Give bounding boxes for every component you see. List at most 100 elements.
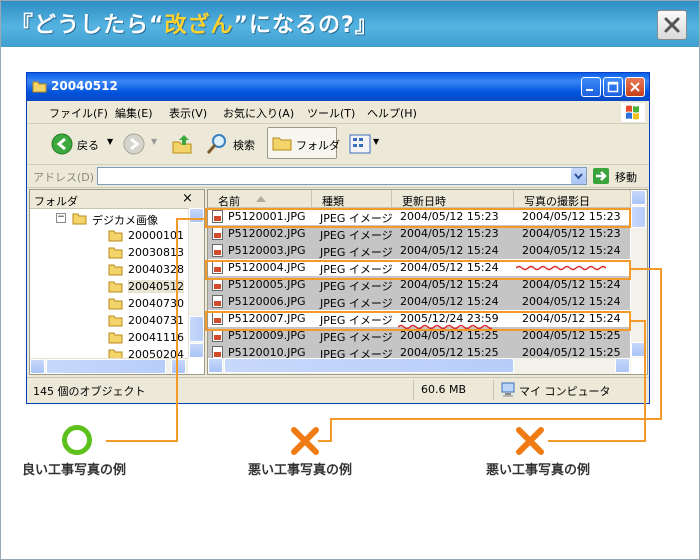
file-list-pane: 名前 種類 更新日時 写真の撮影日 P5120001.JPG JPEG イメージ 2… [207, 189, 648, 375]
address-dropdown-button[interactable] [571, 168, 586, 184]
menu-help[interactable]: ヘルプ(H) [367, 105, 417, 121]
menu-edit[interactable]: 編集(E) [115, 105, 153, 121]
back-label[interactable]: 戻る [77, 137, 99, 153]
file-name-cell: P5120002.JPG [228, 227, 306, 240]
file-name-cell: P5120007.JPG [228, 312, 306, 325]
folder-pane-close-button[interactable]: × [182, 191, 193, 206]
file-name-cell: P5120005.JPG [228, 278, 306, 291]
scroll-thumb[interactable] [224, 358, 514, 373]
file-type-cell: JPEG イメージ [320, 229, 393, 242]
menu-file[interactable]: ファイル(F) [49, 105, 108, 121]
search-label[interactable]: 検索 [233, 137, 255, 153]
folder-icon [108, 247, 123, 259]
scroll-thumb[interactable] [46, 359, 166, 374]
file-taken-cell: 2004/05/12 15:24 [522, 295, 621, 308]
column-header-modified[interactable]: 更新日時 [392, 190, 514, 208]
window-title: 20040512 [51, 79, 118, 93]
scroll-left-button[interactable] [208, 358, 223, 373]
menu-favorites[interactable]: お気に入り(A) [223, 105, 294, 121]
search-icon[interactable] [205, 132, 229, 156]
scroll-down-button[interactable] [189, 343, 204, 358]
file-row[interactable]: P5120002.JPG JPEG イメージ 2004/05/12 15:23 200… [208, 225, 630, 242]
bad-example-caption-1: 悪い工事写真の例 [248, 463, 353, 478]
column-header-taken[interactable]: 写真の撮影日 [514, 190, 631, 208]
menu-tools[interactable]: ツール(T) [307, 105, 355, 121]
go-label[interactable]: 移動 [615, 169, 637, 185]
file-name-cell: P5120001.JPG [228, 210, 306, 223]
minimize-button[interactable] [581, 77, 601, 97]
connector-line [318, 440, 332, 442]
folders-button[interactable]: フォルダ [267, 127, 340, 159]
menu-view[interactable]: 表示(V) [169, 105, 207, 121]
folders-icon [272, 137, 292, 151]
scroll-left-button[interactable] [30, 359, 45, 374]
file-modified-cell: 2004/05/12 15:24 [400, 244, 499, 257]
file-type-cell: JPEG イメージ [320, 331, 393, 344]
scroll-right-button[interactable] [171, 359, 186, 374]
scroll-thumb[interactable] [631, 206, 646, 228]
status-location: マイ コンピュータ [519, 385, 611, 398]
up-folder-icon[interactable] [171, 133, 193, 155]
scroll-thumb[interactable] [189, 316, 204, 342]
close-icon [664, 17, 680, 33]
file-taken-cell: 2004/05/12 15:23 [522, 210, 621, 223]
views-icon[interactable] [349, 134, 371, 154]
good-example-caption: 良い工事写真の例 [22, 463, 127, 478]
file-type-cell: JPEG イメージ [320, 314, 393, 327]
go-button[interactable] [593, 168, 609, 184]
jpeg-file-icon [212, 295, 223, 308]
window-close-button[interactable] [625, 77, 645, 97]
forward-dropdown-icon[interactable]: ▼ [151, 137, 157, 146]
scroll-up-button[interactable] [189, 208, 204, 223]
menu-bar: ファイル(F) 編集(E) 表示(V) お気に入り(A) ツール(T) ヘルプ(… [27, 101, 649, 124]
file-taken-cell: 2004/05/12 15:25 [522, 329, 621, 342]
banner-title: 『どうしたら“改ざん”になるの?』 [11, 7, 378, 39]
altered-date-underline [398, 324, 492, 330]
file-row[interactable]: P5120006.JPG JPEG イメージ 2004/05/12 15:24 200… [208, 293, 630, 310]
folder-icon [108, 230, 123, 242]
maximize-button[interactable] [603, 77, 623, 97]
file-modified-cell: 2004/05/12 15:25 [400, 329, 499, 342]
folder-pane-horizontal-scrollbar[interactable] [30, 358, 188, 374]
file-row[interactable]: P5120001.JPG JPEG イメージ 2004/05/12 15:23 200… [208, 208, 630, 225]
file-taken-cell: 2004/05/12 15:24 [522, 312, 621, 325]
views-dropdown-icon[interactable]: ▼ [373, 137, 379, 146]
file-name-cell: P5120003.JPG [228, 244, 306, 257]
back-arrow-icon[interactable] [51, 133, 73, 155]
jpeg-file-icon [212, 329, 223, 342]
maximize-icon [607, 81, 619, 93]
file-row[interactable]: P5120003.JPG JPEG イメージ 2004/05/12 15:24 200… [208, 242, 630, 259]
window-titlebar[interactable]: 20040512 [27, 73, 649, 101]
address-label: アドレス(D) [33, 171, 95, 184]
address-input[interactable] [97, 167, 587, 185]
file-row[interactable]: P5120005.JPG JPEG イメージ 2004/05/12 15:24 200… [208, 276, 630, 293]
close-button[interactable] [657, 10, 687, 40]
column-header-name[interactable]: 名前 [208, 190, 312, 208]
folders-label: フォルダ [296, 139, 340, 152]
toolbar: 戻る ▼ ▼ 検索 フォルダ ▼ [27, 124, 649, 165]
connector-line [644, 320, 646, 442]
file-type-cell: JPEG イメージ [320, 297, 393, 310]
file-pane-horizontal-scrollbar[interactable] [208, 358, 631, 374]
file-name-cell: P5120009.JPG [228, 329, 306, 342]
back-dropdown-icon[interactable]: ▼ [107, 137, 113, 146]
file-modified-cell: 2004/05/12 15:24 [400, 261, 499, 274]
bad-cross-icon [291, 427, 319, 455]
column-header-type[interactable]: 種類 [312, 190, 392, 208]
scroll-right-button[interactable] [615, 358, 630, 373]
missing-date-underline [516, 265, 606, 271]
banner-title-prefix: 『どうしたら“ [11, 13, 165, 38]
good-circle-icon [62, 425, 92, 455]
folder-pane-vertical-scrollbar[interactable] [188, 208, 204, 358]
close-icon [630, 82, 640, 92]
tree-collapse-icon[interactable]: − [56, 213, 66, 223]
scroll-up-button[interactable] [631, 190, 646, 205]
folder-open-icon [72, 213, 87, 225]
banner-title-suffix: ”になるの?』 [233, 13, 378, 38]
connector-line [548, 440, 646, 442]
windows-logo-icon [621, 103, 645, 122]
forward-arrow-icon[interactable] [123, 133, 145, 155]
file-modified-cell: 2004/05/12 15:24 [400, 295, 499, 308]
tree-item-label: デジカメ画像 [92, 214, 158, 227]
file-modified-cell: 2004/05/12 15:23 [400, 210, 499, 223]
